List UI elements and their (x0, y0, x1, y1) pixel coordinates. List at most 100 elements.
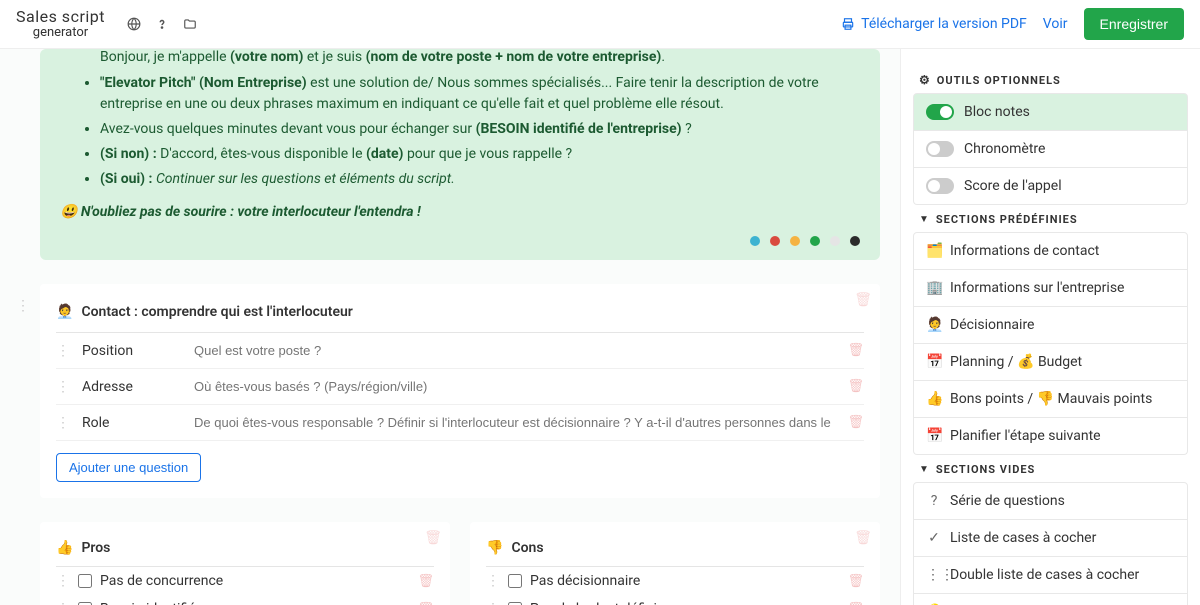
delete-row-icon[interactable]: 🗑 (417, 602, 434, 605)
question-label: Role (82, 415, 182, 431)
drag-handle-icon[interactable]: ⋮ (16, 298, 30, 314)
cons-card: 🗑 👎 Cons ⋮ Pas décisionnaire 🗑⋮ Pas de b… (470, 522, 880, 605)
item-icon: 🧑‍💼 (926, 317, 942, 333)
delete-row-icon[interactable]: 🗑 (417, 574, 434, 589)
gear-icon: ⚙ (919, 73, 931, 87)
checkbox[interactable] (508, 574, 522, 588)
sidebar: ⚙ OUTILS OPTIONNELS Bloc notes Chronomèt… (900, 49, 1200, 605)
tool-row[interactable]: Score de l'appel (913, 168, 1188, 205)
toggle[interactable] (926, 178, 954, 194)
item-label: Décisionnaire (950, 317, 1034, 333)
empty-item[interactable]: ? Série de questions (913, 482, 1188, 520)
question-label: Adresse (82, 379, 182, 395)
delete-pros-icon[interactable]: 🗑 (424, 530, 442, 546)
predef-item[interactable]: 🗂️ Informations de contact (913, 232, 1188, 270)
color-dot[interactable] (830, 236, 840, 246)
toggle[interactable] (926, 104, 954, 120)
checkbox-row: ⋮ Pas de concurrence 🗑 (56, 567, 434, 595)
item-icon: 🏢 (926, 280, 942, 296)
delete-section-icon[interactable]: 🗑 (854, 292, 872, 308)
logo: Sales script generator (16, 8, 105, 40)
delete-row-icon[interactable]: 🗑 (847, 379, 864, 394)
contact-title: Contact : comprendre qui est l'interlocu… (81, 304, 352, 320)
checkbox[interactable] (78, 574, 92, 588)
predef-title[interactable]: ▼ SECTIONS PRÉDÉFINIES (913, 205, 1188, 232)
checkbox-label: Pas de budget défini (530, 601, 839, 605)
download-pdf-label: Télécharger la version PDF (861, 16, 1027, 32)
item-label: Informations de contact (950, 243, 1099, 259)
save-button[interactable]: Enregistrer (1084, 8, 1184, 40)
drag-handle-icon[interactable]: ⋮ (486, 601, 500, 605)
color-dot[interactable] (750, 236, 760, 246)
item-icon: ? (926, 493, 942, 509)
header-right: Télécharger la version PDF Voir Enregist… (841, 8, 1184, 40)
checkbox-label: Pas de concurrence (100, 573, 409, 589)
color-dot[interactable] (810, 236, 820, 246)
tool-row[interactable]: Bloc notes (913, 93, 1188, 131)
question-label: Position (82, 343, 182, 359)
question-row: ⋮ Adresse 🗑 (56, 369, 864, 405)
header-icons (121, 11, 203, 37)
item-label: Planifier l'étape suivante (950, 428, 1101, 444)
tool-label: Score de l'appel (964, 178, 1062, 194)
checkbox-row: ⋮ Pas décisionnaire 🗑 (486, 567, 864, 595)
color-dot[interactable] (790, 236, 800, 246)
item-label: Bons points / 👎 Mauvais points (950, 391, 1152, 407)
predef-item[interactable]: 📅 Planning / 💰 Budget (913, 344, 1188, 381)
checkbox-row: ⋮ Besoin identifié 🗑 (56, 595, 434, 605)
question-input[interactable] (194, 339, 835, 362)
main: Bonjour, je m'appelle (votre nom) et je … (0, 49, 1200, 605)
empty-item[interactable]: 💡 Paragraphe de texte (913, 594, 1188, 605)
contact-section-head: 🧑‍💼 Contact : comprendre qui est l'inter… (56, 296, 864, 333)
delete-row-icon[interactable]: 🗑 (847, 602, 864, 605)
item-label: Liste de cases à cocher (950, 530, 1096, 546)
pros-title: Pros (81, 540, 110, 556)
globe-icon[interactable] (121, 11, 147, 37)
question-input[interactable] (194, 411, 835, 434)
item-label: Série de questions (950, 493, 1065, 509)
cons-title: Cons (511, 540, 543, 556)
folder-icon[interactable] (177, 11, 203, 37)
drag-handle-icon[interactable]: ⋮ (56, 379, 70, 395)
empty-item[interactable]: ✓ Liste de cases à cocher (913, 520, 1188, 557)
tool-row[interactable]: Chronomètre (913, 131, 1188, 168)
drag-handle-icon[interactable]: ⋮ (56, 343, 70, 359)
intro-line-5: (Si oui) : Continuer sur les questions e… (100, 169, 860, 190)
color-dot[interactable] (850, 236, 860, 246)
tools-title: ⚙ OUTILS OPTIONNELS (913, 65, 1188, 93)
drag-handle-icon[interactable]: ⋮ (56, 601, 70, 605)
add-question-button[interactable]: Ajouter une question (56, 453, 201, 482)
predef-item[interactable]: 🧑‍💼 Décisionnaire (913, 307, 1188, 344)
help-icon[interactable] (149, 11, 175, 37)
question-row: ⋮ Position 🗑 (56, 333, 864, 369)
intro-list: Bonjour, je m'appelle (votre nom) et je … (60, 49, 860, 190)
empty-item[interactable]: ⋮⋮ Double liste de cases à cocher (913, 557, 1188, 594)
drag-handle-icon[interactable]: ⋮ (56, 573, 70, 589)
color-dot[interactable] (770, 236, 780, 246)
intro-line-1: Bonjour, je m'appelle (votre nom) et je … (100, 49, 860, 69)
predef-item[interactable]: 📅 Planifier l'étape suivante (913, 418, 1188, 455)
caret-down-icon: ▼ (919, 214, 930, 225)
predef-item[interactable]: 🏢 Informations sur l'entreprise (913, 270, 1188, 307)
predef-item[interactable]: 👍 Bons points / 👎 Mauvais points (913, 381, 1188, 418)
toggle[interactable] (926, 141, 954, 157)
tool-label: Bloc notes (964, 104, 1030, 120)
delete-row-icon[interactable]: 🗑 (847, 574, 864, 589)
drag-handle-icon[interactable]: ⋮ (486, 573, 500, 589)
item-icon: ⋮⋮ (926, 567, 942, 583)
pros-cons-wrap: 🗑 👍 Pros ⋮ Pas de concurrence 🗑⋮ Besoin … (40, 522, 880, 605)
delete-row-icon[interactable]: 🗑 (847, 415, 864, 430)
item-icon: 📅 (926, 354, 942, 370)
drag-handle-icon[interactable]: ⋮ (56, 415, 70, 431)
delete-cons-icon[interactable]: 🗑 (854, 530, 872, 546)
empty-title[interactable]: ▼ SECTIONS VIDES (913, 455, 1188, 482)
pros-head: 👍 Pros (56, 534, 434, 567)
download-pdf-link[interactable]: Télécharger la version PDF (841, 16, 1027, 32)
question-input[interactable] (194, 375, 835, 398)
view-link[interactable]: Voir (1043, 16, 1068, 32)
thumbs-up-icon: 👍 (56, 540, 73, 556)
delete-row-icon[interactable]: 🗑 (847, 343, 864, 358)
question-row: ⋮ Role 🗑 (56, 405, 864, 441)
contact-icon: 🧑‍💼 (56, 304, 73, 320)
logo-bottom: generator (16, 26, 105, 40)
